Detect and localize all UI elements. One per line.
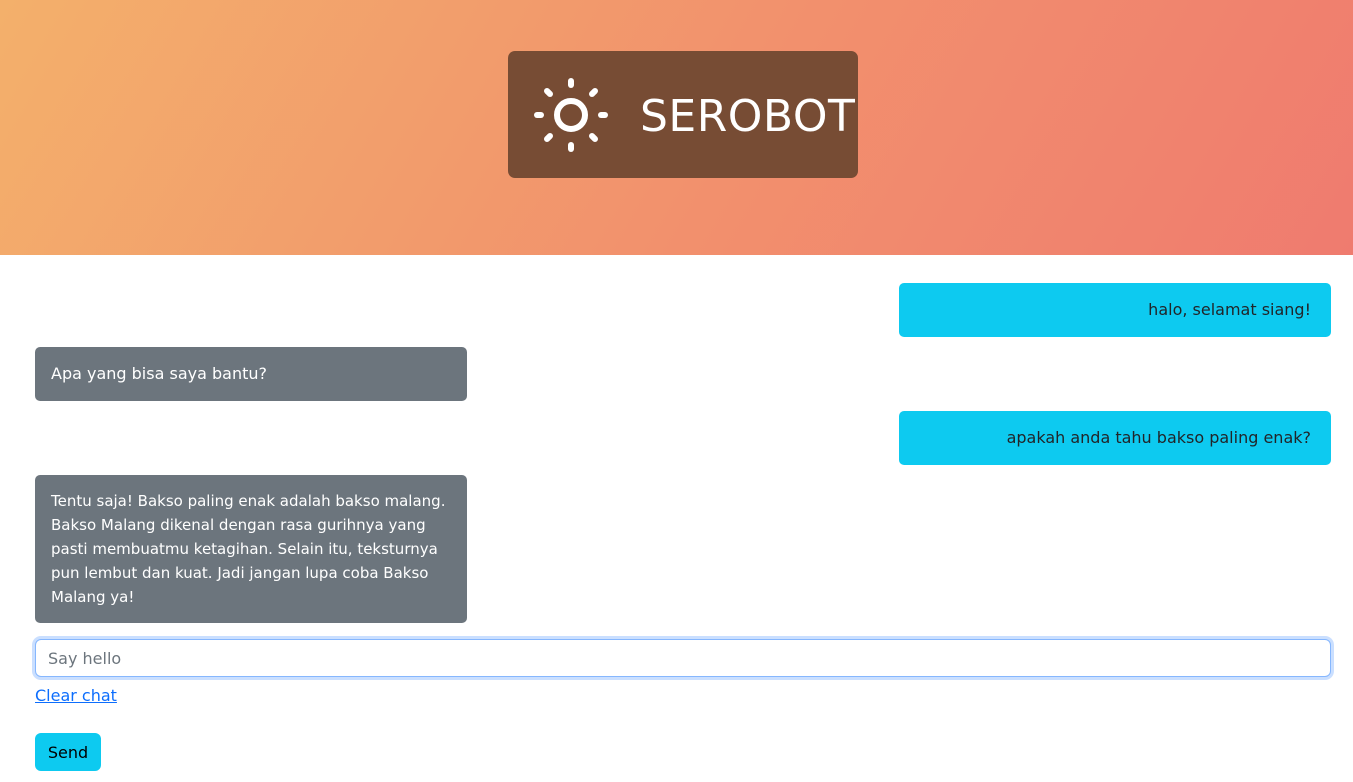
app-title: SEROBOT [640,91,856,142]
clear-chat-link[interactable]: Clear chat [35,684,117,708]
bot-message: Tentu saja! Bakso paling enak adalah bak… [35,475,467,623]
user-message: halo, selamat siang! [899,283,1331,337]
bot-message: Apa yang bisa saya bantu? [35,347,467,401]
user-message: apakah anda tahu bakso paling enak? [899,411,1331,465]
send-button[interactable]: Send [35,733,101,771]
message-input[interactable] [35,639,1331,677]
sun-icon [534,78,608,152]
